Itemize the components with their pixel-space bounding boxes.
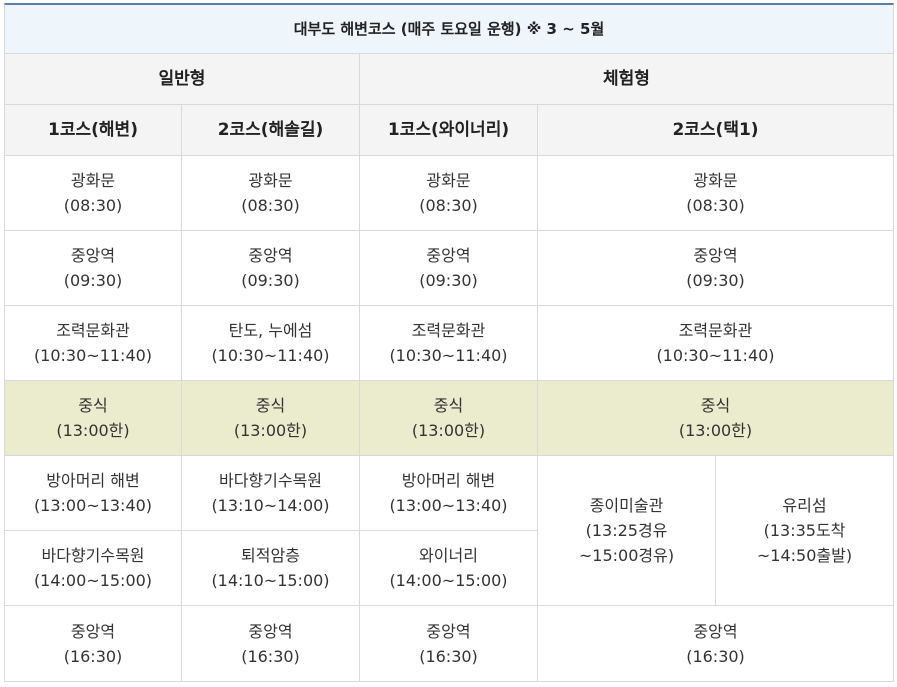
- stop-time: (14:00~15:00): [389, 571, 508, 590]
- table-title: 대부도 해변코스 (매주 토요일 운행) ※ 3 ~ 5월: [4, 3, 894, 54]
- stop-time: (16:30): [686, 646, 745, 666]
- lunch-cell: 중식 (13:00한): [182, 381, 360, 456]
- stop-name: 중앙역: [693, 621, 738, 641]
- stop-name: 중식: [255, 396, 286, 415]
- stop-cell: 바다향기수목원 (13:10~14:00): [182, 456, 360, 531]
- stop-time: (09:30): [686, 271, 745, 290]
- stop-cell: 조력문화관 (10:30~11:40): [4, 306, 182, 381]
- stop-time: (13:00~13:40): [33, 496, 153, 515]
- stop-cell: 중앙역 (09:30): [538, 231, 894, 306]
- stop-time: (13:00한): [233, 421, 308, 440]
- stop-cell: 중앙역 (09:30): [4, 231, 182, 306]
- stop-name: 중앙역: [70, 621, 116, 641]
- lunch-cell: 중식 (13:00한): [4, 381, 182, 456]
- option-time-end: ~14:50출발): [756, 546, 853, 565]
- option-cell-paper-gallery: 종이미술관 (13:25경유 ~15:00경유): [538, 456, 716, 606]
- course-header-4: 2코스(택1): [538, 105, 894, 156]
- stop-cell: 방아머리 해변 (13:00~13:40): [360, 456, 538, 531]
- stop-cell: 퇴적암층 (14:10~15:00): [182, 531, 360, 606]
- stop-time: (10:30~11:40): [389, 346, 508, 365]
- stop-cell: 중앙역 (16:30): [360, 606, 538, 682]
- stop-cell: 중앙역 (16:30): [4, 606, 182, 682]
- stop-cell: 조력문화관 (10:30~11:40): [360, 306, 538, 381]
- stop-name: 와이너리: [419, 546, 478, 565]
- stop-name: 광화문: [693, 171, 738, 190]
- option-name: 종이미술관: [589, 496, 664, 515]
- lunch-cell: 중식 (13:00한): [360, 381, 538, 456]
- stop-time: (09:30): [241, 271, 300, 290]
- stop-time: (08:30): [63, 196, 123, 215]
- stop-cell: 광화문 (08:30): [538, 156, 894, 231]
- stop-name: 탄도, 누에섬: [228, 321, 313, 340]
- stop-name: 방아머리 해변: [46, 471, 140, 490]
- stop-time: (13:00한): [411, 421, 486, 440]
- stop-time: (08:30): [686, 196, 745, 215]
- stop-time: (10:30~11:40): [211, 346, 330, 365]
- stop-time: (13:00한): [56, 421, 130, 440]
- stop-name: 바다향기수목원: [41, 546, 145, 565]
- stop-name: 중앙역: [248, 621, 293, 641]
- stop-time: (16:30): [63, 646, 123, 666]
- option-time-start: (13:25경유: [585, 521, 668, 540]
- stop-name: 조력문화관: [56, 321, 130, 340]
- course-header-1: 1코스(해변): [4, 105, 182, 156]
- stop-name: 중앙역: [426, 246, 471, 265]
- stop-name: 바다향기수목원: [218, 471, 323, 490]
- lunch-cell: 중식 (13:00한): [538, 381, 894, 456]
- stop-time: (13:00한): [678, 421, 753, 440]
- stop-time: (08:30): [419, 196, 478, 215]
- stop-cell: 광화문 (08:30): [182, 156, 360, 231]
- stop-cell: 와이너리 (14:00~15:00): [360, 531, 538, 606]
- stop-name: 중앙역: [426, 621, 471, 641]
- stop-time: (09:30): [419, 271, 478, 290]
- stop-cell: 광화문 (08:30): [4, 156, 182, 231]
- stop-time: (14:10~15:00): [211, 571, 330, 590]
- stop-name: 중앙역: [248, 246, 293, 265]
- stop-name: 중식: [433, 396, 464, 415]
- stop-name: 광화문: [248, 171, 293, 190]
- option-cell-glass-island: 유리섬 (13:35도착 ~14:50출발): [716, 456, 894, 606]
- stop-time: (13:10~14:00): [211, 496, 330, 515]
- option-name: 유리섬: [782, 496, 827, 515]
- stop-cell: 조력문화관 (10:30~11:40): [538, 306, 894, 381]
- stop-cell: 중앙역 (09:30): [182, 231, 360, 306]
- course-header-2: 2코스(해솔길): [182, 105, 360, 156]
- stop-time: (13:00~13:40): [389, 496, 508, 515]
- table-title-text: 대부도 해변코스 (매주 토요일 운행) ※ 3 ~ 5월: [293, 19, 605, 38]
- stop-name: 광화문: [426, 171, 471, 190]
- schedule-table: 대부도 해변코스 (매주 토요일 운행) ※ 3 ~ 5월 일반형 체험형 1코…: [0, 0, 897, 687]
- stop-name: 방아머리 해변: [401, 471, 496, 490]
- group-general-header: 일반형: [4, 54, 360, 105]
- stop-cell: 중앙역 (16:30): [538, 606, 894, 682]
- stop-cell: 방아머리 해변 (13:00~13:40): [4, 456, 182, 531]
- stop-time: (10:30~11:40): [33, 346, 153, 365]
- stop-cell: 바다향기수목원 (14:00~15:00): [4, 531, 182, 606]
- stop-name: 중앙역: [693, 246, 738, 265]
- stop-time: (10:30~11:40): [656, 346, 775, 365]
- stop-name: 중식: [78, 396, 108, 415]
- stop-time: (14:00~15:00): [33, 571, 153, 590]
- stop-name: 중식: [700, 396, 731, 415]
- stop-name: 조력문화관: [411, 321, 486, 340]
- course-header-3: 1코스(와이너리): [360, 105, 538, 156]
- option-time-end: ~15:00경유): [578, 546, 675, 565]
- stop-name: 퇴적암층: [241, 546, 300, 565]
- stop-time: (08:30): [241, 196, 300, 215]
- stop-cell: 탄도, 누에섬 (10:30~11:40): [182, 306, 360, 381]
- stop-name: 중앙역: [70, 246, 116, 265]
- stop-time: (16:30): [241, 646, 300, 666]
- stop-time: (09:30): [63, 271, 123, 290]
- stop-time: (16:30): [419, 646, 478, 666]
- stop-cell: 광화문 (08:30): [360, 156, 538, 231]
- option-time-start: (13:35도착: [763, 521, 846, 540]
- stop-cell: 중앙역 (16:30): [182, 606, 360, 682]
- stop-name: 광화문: [70, 171, 116, 190]
- stop-cell: 중앙역 (09:30): [360, 231, 538, 306]
- group-experience-header: 체험형: [360, 54, 894, 105]
- stop-name: 조력문화관: [678, 321, 753, 340]
